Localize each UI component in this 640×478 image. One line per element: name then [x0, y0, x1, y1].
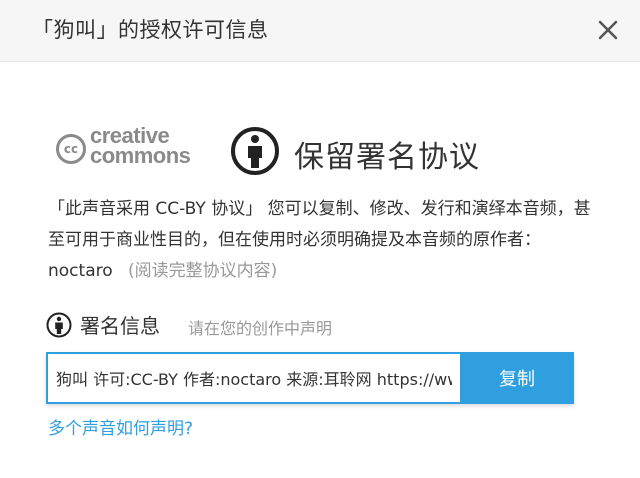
attribution-copy-group: 复制	[46, 352, 574, 404]
attribution-title: 署名信息	[80, 314, 160, 338]
attribution-person-icon	[46, 312, 72, 338]
attribution-text-input[interactable]	[46, 352, 460, 404]
license-title: 保留署名协议	[294, 140, 480, 175]
dialog-title: 「狗叫」的授权许可信息	[32, 18, 269, 42]
multiple-sounds-help-link[interactable]: 多个声音如何声明?	[48, 414, 193, 439]
copy-button[interactable]: 复制	[460, 352, 574, 404]
read-full-license-link[interactable]: (阅读完整协议内容)	[128, 261, 277, 281]
attribution-section-header: 署名信息 请在您的创作中声明	[46, 310, 606, 340]
attribution-hint: 请在您的创作中声明	[188, 319, 333, 338]
dialog-header: 「狗叫」的授权许可信息	[0, 0, 640, 62]
license-description: 「此声音采用 CC-BY 协议」 您可以复制、修改、发行和演绎本音频，甚至可用于…	[48, 194, 604, 287]
close-icon	[598, 20, 618, 40]
attribution-person-icon	[231, 127, 279, 175]
license-header: cc creative commons 保留署名协议	[56, 124, 616, 180]
cc-logo-text: creative commons	[90, 123, 191, 168]
close-button[interactable]	[592, 14, 624, 46]
creative-commons-logo: cc creative commons	[56, 123, 216, 172]
cc-circle-icon: cc	[56, 134, 86, 164]
